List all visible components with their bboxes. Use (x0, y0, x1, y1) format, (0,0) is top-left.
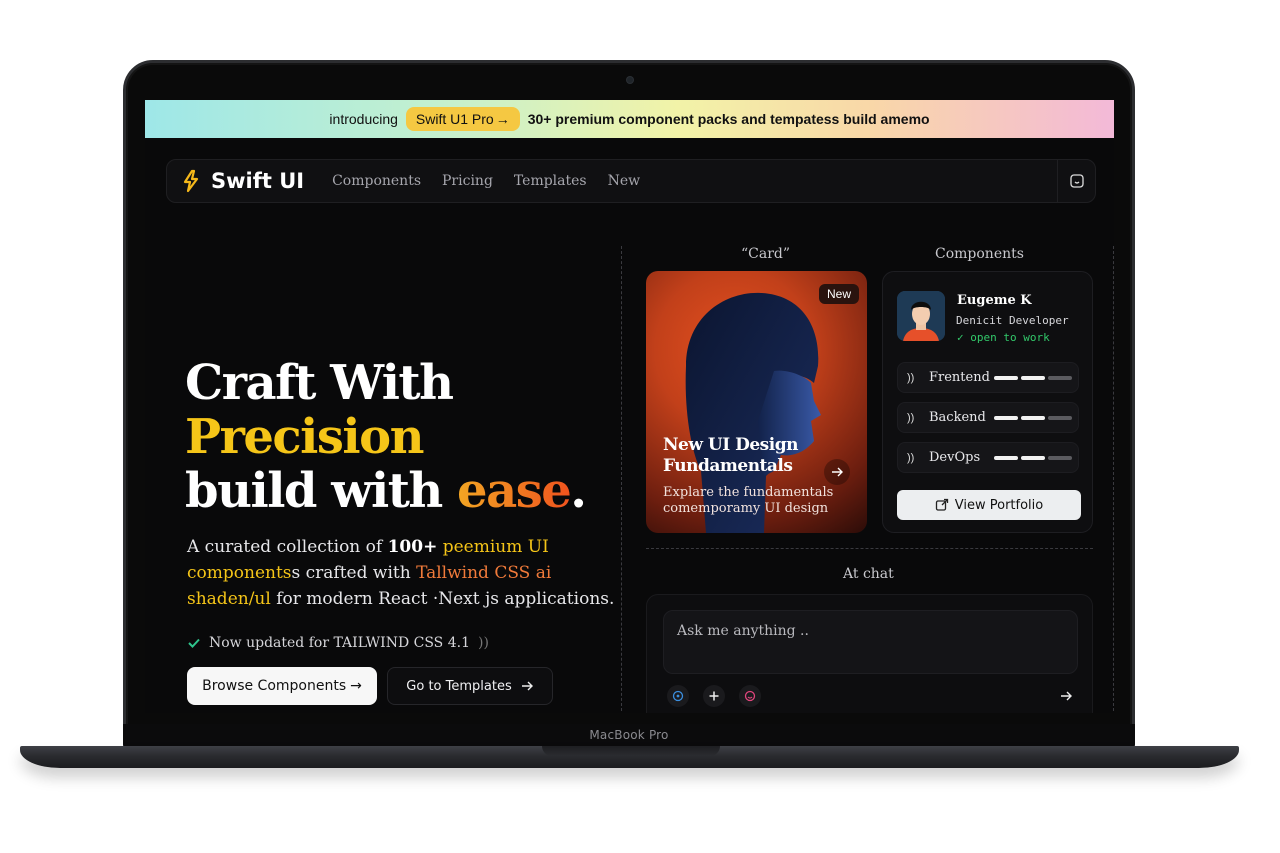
avatar-image (897, 291, 945, 341)
divider (1113, 246, 1114, 713)
divider (621, 246, 622, 713)
hero-line-3b: ease (457, 463, 572, 519)
skill-level (994, 455, 1072, 460)
profile-name: Eugeme K (957, 293, 1032, 308)
hero-line-1: Craft With (185, 355, 454, 411)
announcement-pill[interactable]: Swift U1 Pro → (405, 107, 520, 131)
send-button[interactable] (1055, 685, 1077, 707)
plus-icon (709, 691, 719, 701)
nav-link-pricing[interactable]: Pricing (442, 173, 493, 189)
desc-count: 100+ (387, 537, 438, 557)
nav-link-new[interactable]: New (608, 173, 641, 189)
skill-row: )) DevOps (897, 442, 1079, 473)
card-title: New UI Design Fundamentals (663, 435, 798, 476)
go-to-templates-button[interactable]: Go to Templates (387, 667, 553, 705)
announcement-prefix: introducing (329, 111, 398, 127)
hero-line-2: Precision (185, 409, 425, 465)
desc-part: components (187, 563, 292, 583)
nav-link-components[interactable]: Components (332, 173, 421, 189)
skill-row: )) Frentend (897, 362, 1079, 393)
level-bar (1021, 375, 1045, 380)
skill-name: Frentend (929, 370, 990, 385)
arrow-right-icon: → (350, 678, 362, 694)
theme-toggle-button[interactable] (1057, 160, 1095, 202)
chat-input[interactable]: Ask me anything .. (663, 610, 1078, 674)
view-portfolio-label: View Portfolio (954, 497, 1044, 513)
chat-section-label: At chat (843, 566, 894, 582)
level-bar (994, 415, 1018, 420)
components-section-label: Components (935, 246, 1024, 262)
skill-row: )) Backend (897, 402, 1079, 433)
browse-components-button[interactable]: Browse Components → (187, 667, 377, 705)
screen: introducing Swift U1 Pro → 30+ premium c… (145, 100, 1114, 713)
lightning-logo-icon (183, 169, 199, 193)
desc-part: Tallwind CSS ai (416, 563, 552, 583)
globe-icon (672, 690, 684, 702)
check-icon (188, 638, 200, 648)
level-bar (1048, 415, 1072, 420)
browse-components-label: Browse Components (202, 678, 347, 694)
external-link-icon (935, 498, 948, 511)
emoji-button[interactable] (739, 685, 761, 707)
profile-component: Eugeme K Denicit Developer ✓ open to wor… (882, 271, 1093, 533)
level-bar (994, 455, 1018, 460)
ai-chat-panel: Ask me anything .. (646, 594, 1093, 713)
divider (646, 548, 1093, 549)
laptop-notch (542, 746, 720, 756)
skill-level (994, 375, 1072, 380)
level-bar (1048, 375, 1072, 380)
card-section-label: “Card” (741, 246, 791, 262)
level-bar (1048, 455, 1072, 460)
navbar: Swift UI Components Pricing Templates Ne… (166, 159, 1096, 203)
announcement-pill-label: Swift U1 Pro (415, 111, 494, 127)
new-badge: New (818, 284, 859, 304)
skill-name: Backend (929, 410, 986, 425)
skill-level (994, 415, 1072, 420)
desc-part: shaden/ul (187, 589, 271, 609)
article-card[interactable]: New New UI Design Fundamentals Explare t… (646, 271, 867, 533)
logo-text: Swift UI (211, 169, 305, 193)
hero-line-3: build with ease. (185, 463, 587, 519)
nav-link-templates[interactable]: Templates (514, 173, 587, 189)
announcement-text: 30+ premium component packs and tempates… (527, 111, 930, 127)
card-subtitle: Explare the fundamentals comemporamy UI … (663, 485, 834, 516)
card-arrow-button[interactable] (824, 459, 850, 485)
update-text: Now updated for TAILWIND CSS 4.1 (209, 635, 470, 651)
arrow-right-icon: → (495, 111, 510, 127)
status-badge: ✓ open to work (957, 331, 1050, 344)
emoji-icon (744, 690, 756, 702)
level-bar (1021, 415, 1045, 420)
signal-icon: )) (907, 411, 915, 424)
desc-part: A curated collection of (187, 537, 388, 557)
arrow-right-icon (832, 467, 843, 477)
update-notice: Now updated for TAILWIND CSS 4.1 )) (187, 635, 489, 651)
view-portfolio-button[interactable]: View Portfolio (897, 490, 1081, 520)
hero-title: Craft With Precision build with ease. (185, 355, 587, 519)
skill-name: DevOps (929, 450, 981, 465)
desc-part: s crafted with (291, 563, 417, 583)
go-to-templates-label: Go to Templates (406, 678, 512, 694)
desc-part: for modern React ·Next js applications. (270, 589, 615, 609)
arrow-right-icon (1061, 691, 1072, 701)
profile-role: Denicit Developer (956, 314, 1069, 327)
avatar (897, 291, 945, 341)
globe-button[interactable] (667, 685, 689, 707)
nav-links: Components Pricing Templates New (332, 173, 640, 189)
hero-description: A curated collection of 100+ peemium UI c… (187, 534, 617, 612)
add-button[interactable] (703, 685, 725, 707)
signal-icon: )) (907, 371, 915, 384)
level-bar (994, 375, 1018, 380)
status-text: open to work (970, 331, 1050, 344)
logo[interactable]: Swift UI (179, 169, 304, 193)
signal-icon: )) (907, 451, 915, 464)
level-bar (1021, 455, 1045, 460)
announcement-bar: introducing Swift U1 Pro → 30+ premium c… (145, 100, 1114, 138)
theme-toggle-icon (1069, 174, 1084, 188)
camera-icon (627, 77, 633, 83)
arrow-right-icon (521, 681, 533, 691)
desc-part: peemium UI (437, 537, 549, 557)
hero-line-3c: . (570, 463, 587, 519)
hero-line-3a: build with (185, 463, 458, 519)
update-suffix: )) (477, 635, 489, 651)
